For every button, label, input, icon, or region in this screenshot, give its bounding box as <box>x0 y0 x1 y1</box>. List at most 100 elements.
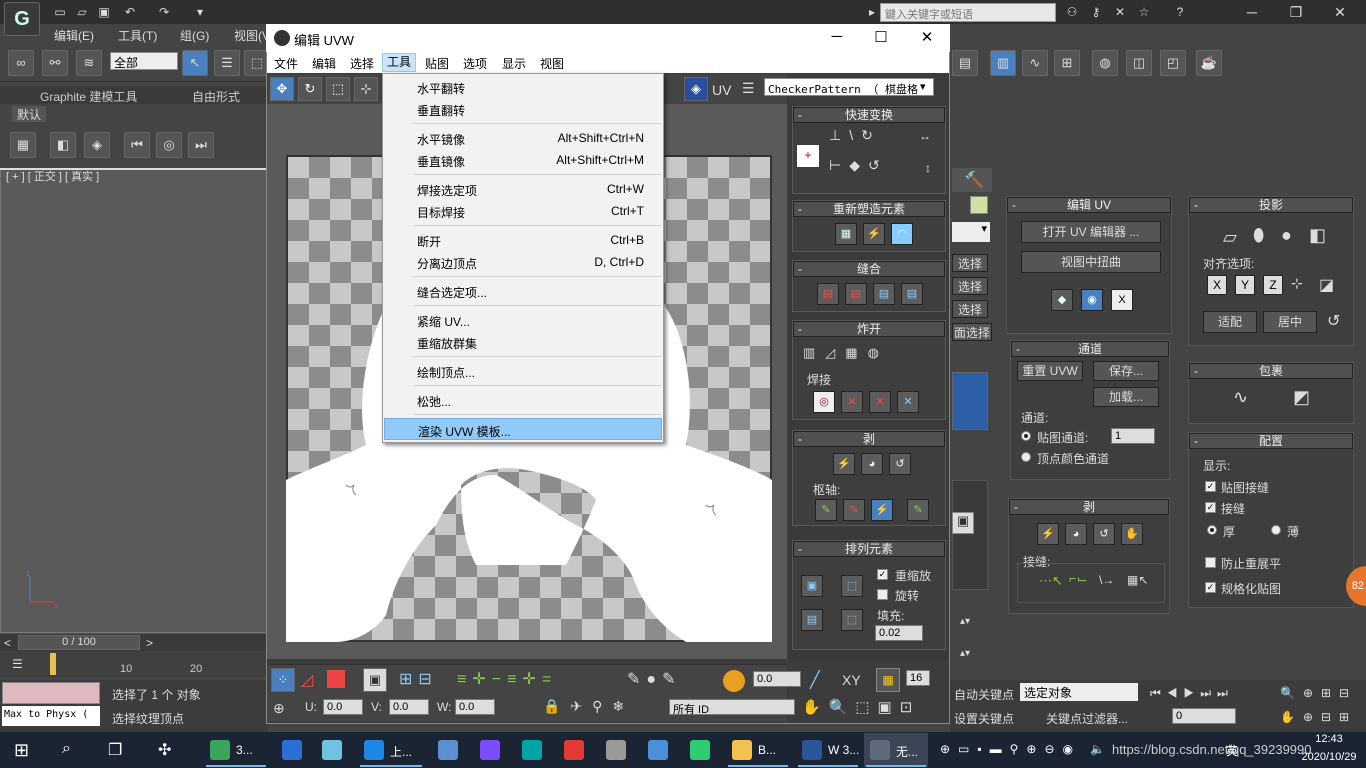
falloff-input[interactable]: 0.0 <box>753 671 801 687</box>
weld-target-icon[interactable]: ◎ <box>813 391 835 413</box>
freeform-tool-icon[interactable]: ⊹ <box>354 77 378 101</box>
stitch-2-icon[interactable]: ▤ <box>845 283 867 305</box>
tools-menu-item[interactable]: 分离边顶点 D, Ctrl+D <box>384 251 662 273</box>
save-channel-button[interactable]: 保存... <box>1093 361 1159 381</box>
uvw-menu-options[interactable]: 选项 <box>463 55 487 72</box>
align-y-button[interactable]: Y <box>1235 275 1255 295</box>
w-input[interactable]: 0.0 <box>455 699 495 715</box>
seams-checkbox[interactable]: ✓ <box>1205 502 1216 513</box>
reset-uvw-button[interactable]: 重置 UVW <box>1017 361 1083 381</box>
pack-together-icon[interactable]: ⬚ <box>841 575 863 597</box>
ribbon-default[interactable]: 默认 <box>12 106 46 122</box>
selection-filter-select[interactable]: 全部 <box>110 52 178 70</box>
pelt-map-icon[interactable]: ✋ <box>1121 523 1143 545</box>
taskbar-player-app[interactable] <box>684 733 720 767</box>
cylindrical-map-icon[interactable]: ⬮ <box>1253 225 1264 246</box>
pack-custom-icon[interactable]: ▣ <box>801 575 823 597</box>
id-filter-select[interactable]: 所有 ID <box>669 699 795 716</box>
uvw-menu-view[interactable]: 视图 <box>540 55 564 72</box>
weld-selected-icon[interactable]: ✕ <box>841 391 863 413</box>
tools-menu-item[interactable]: 绘制顶点... <box>384 360 662 382</box>
search-icon[interactable]: ⌕ <box>62 740 71 758</box>
weld-2-icon[interactable]: ✕ <box>869 391 891 413</box>
fit-button[interactable]: 适配 <box>1203 311 1257 333</box>
relax-icon[interactable]: ⚡ <box>863 223 885 245</box>
open-uv-editor-button[interactable]: 打开 UV 编辑器 ... <box>1021 221 1161 243</box>
zoom-value[interactable]: 16 <box>906 670 930 686</box>
pin-icon[interactable]: ✎ <box>815 499 837 521</box>
taskbar-vs-app[interactable] <box>474 733 510 767</box>
normalize-map-checkbox[interactable]: ✓ <box>1205 582 1216 593</box>
tools-icon[interactable]: ✕ <box>1112 4 1128 20</box>
move-tool-icon[interactable]: ✥ <box>270 77 294 101</box>
uvw-maximize-icon[interactable]: ☐ <box>866 28 896 46</box>
taskbar-calculator-app[interactable] <box>432 733 468 767</box>
explode-tools-icon[interactable]: ▥◿▦◍ <box>803 345 889 361</box>
taskbar-z-app[interactable] <box>600 733 636 767</box>
texture-select-arrow-icon[interactable]: ▾ <box>920 80 926 93</box>
tray-icons[interactable]: ⊕▭▪▬⚲⊕⊖◉ <box>940 742 1081 756</box>
x-icon[interactable]: X <box>1111 289 1133 311</box>
partial-select-3[interactable]: 选择 <box>952 300 988 318</box>
key-icon[interactable]: ⚷ <box>1088 4 1104 20</box>
edge-seam-icon[interactable]: ⋯↖ <box>1039 573 1063 589</box>
pivot-icon[interactable]: + <box>797 145 819 167</box>
bind-spacewarp-icon[interactable]: ≋ <box>76 50 102 76</box>
tools-menu-item[interactable]: 水平翻转 <box>384 76 662 98</box>
uvw-nav-icon[interactable]: ✋🔍⬚▣⊡ <box>802 698 920 716</box>
help-icon[interactable]: ? <box>1172 4 1188 20</box>
map-channel-input[interactable]: 1 <box>1111 428 1155 444</box>
prevent-reflatten-checkbox[interactable] <box>1205 557 1216 568</box>
align-x-button[interactable]: X <box>1207 275 1227 295</box>
viewport-front[interactable] <box>0 168 268 633</box>
pelt-icon[interactable]: ◕ <box>1065 523 1087 545</box>
redo-icon[interactable]: ↷ <box>156 4 172 20</box>
straighten-icon[interactable]: ▦ <box>835 223 857 245</box>
max-close-icon[interactable]: ✕ <box>1318 0 1362 24</box>
select-pins-icon[interactable]: ✎ <box>907 499 929 521</box>
peel-quick-icon[interactable]: ⚡ <box>833 453 855 475</box>
menu-view[interactable]: 视图(V <box>234 27 270 44</box>
tools-menu-item[interactable]: 垂直镜像 Alt+Shift+Ctrl+M <box>384 149 662 171</box>
circle-icon[interactable]: ◠ <box>891 223 913 245</box>
wrap-header[interactable]: - 包裹 <box>1189 363 1353 379</box>
stitch-header[interactable]: - 缝合 <box>793 261 945 277</box>
thin-radio[interactable] <box>1271 525 1281 535</box>
rescale-checkbox[interactable]: ✓ <box>877 569 888 580</box>
ribbon-tab-freeform[interactable]: 自由形式 <box>192 88 240 105</box>
dropdown-arrow-icon[interactable]: ▾ <box>192 4 208 20</box>
material-editor-icon[interactable]: ◍ <box>1092 50 1118 76</box>
uvw-menu-select[interactable]: 选择 <box>350 55 374 72</box>
save-file-icon[interactable]: ▣ <box>96 4 112 20</box>
render-setup-icon[interactable]: ◫ <box>1126 50 1152 76</box>
select-by-name-icon[interactable]: ☰ <box>214 50 240 76</box>
box-map-icon[interactable]: ◧ <box>1309 225 1326 246</box>
tools-menu-item[interactable]: 焊接选定项 Ctrl+W <box>384 178 662 200</box>
partial-select-1[interactable]: 选择 <box>952 254 988 272</box>
thick-radio[interactable] <box>1207 525 1217 535</box>
track-view-icon[interactable]: ☰ <box>12 657 23 671</box>
pack-normalize-icon[interactable]: ▤ <box>801 609 823 631</box>
view-nav-2-icon[interactable]: ✋⊕⊟⊞ <box>1280 710 1357 724</box>
scale-tool-icon[interactable]: ⬚ <box>326 77 350 101</box>
load-channel-button[interactable]: 加载... <box>1093 387 1159 407</box>
lock-tools-icon[interactable]: 🔒✈⚲❄ <box>543 698 634 715</box>
playback-controls-icon[interactable]: ⏮◀▶⏭⏭ <box>1150 686 1234 701</box>
uvw-minimize-icon[interactable]: ─ <box>822 28 852 45</box>
pack-rescale-icon[interactable]: ⬚ <box>841 609 863 631</box>
config-header[interactable]: - 配置 <box>1189 433 1353 449</box>
curve-editor-icon[interactable]: ∿ <box>1022 50 1048 76</box>
taskbar-p-app[interactable] <box>516 733 552 767</box>
uvw-menu-display[interactable]: 显示 <box>502 55 526 72</box>
ribbon-tool-3-icon[interactable]: ◈ <box>84 132 110 158</box>
select-object-icon[interactable]: ↖ <box>182 50 208 76</box>
volume-icon[interactable]: 🔈 <box>1090 742 1105 756</box>
max-logo-icon[interactable]: G <box>4 2 40 36</box>
maxscript-listener[interactable]: Max to Physx ( <box>2 706 100 726</box>
pinwheel-icon[interactable]: ✣ <box>158 740 171 760</box>
rotate-checkbox[interactable] <box>877 589 888 600</box>
partial-list[interactable] <box>952 372 988 430</box>
uvw-close-icon[interactable]: ✕ <box>912 28 942 46</box>
vertex-mode-icon[interactable]: ⁘ <box>271 668 295 692</box>
taskbar-explorer-app[interactable]: B... <box>726 733 790 767</box>
